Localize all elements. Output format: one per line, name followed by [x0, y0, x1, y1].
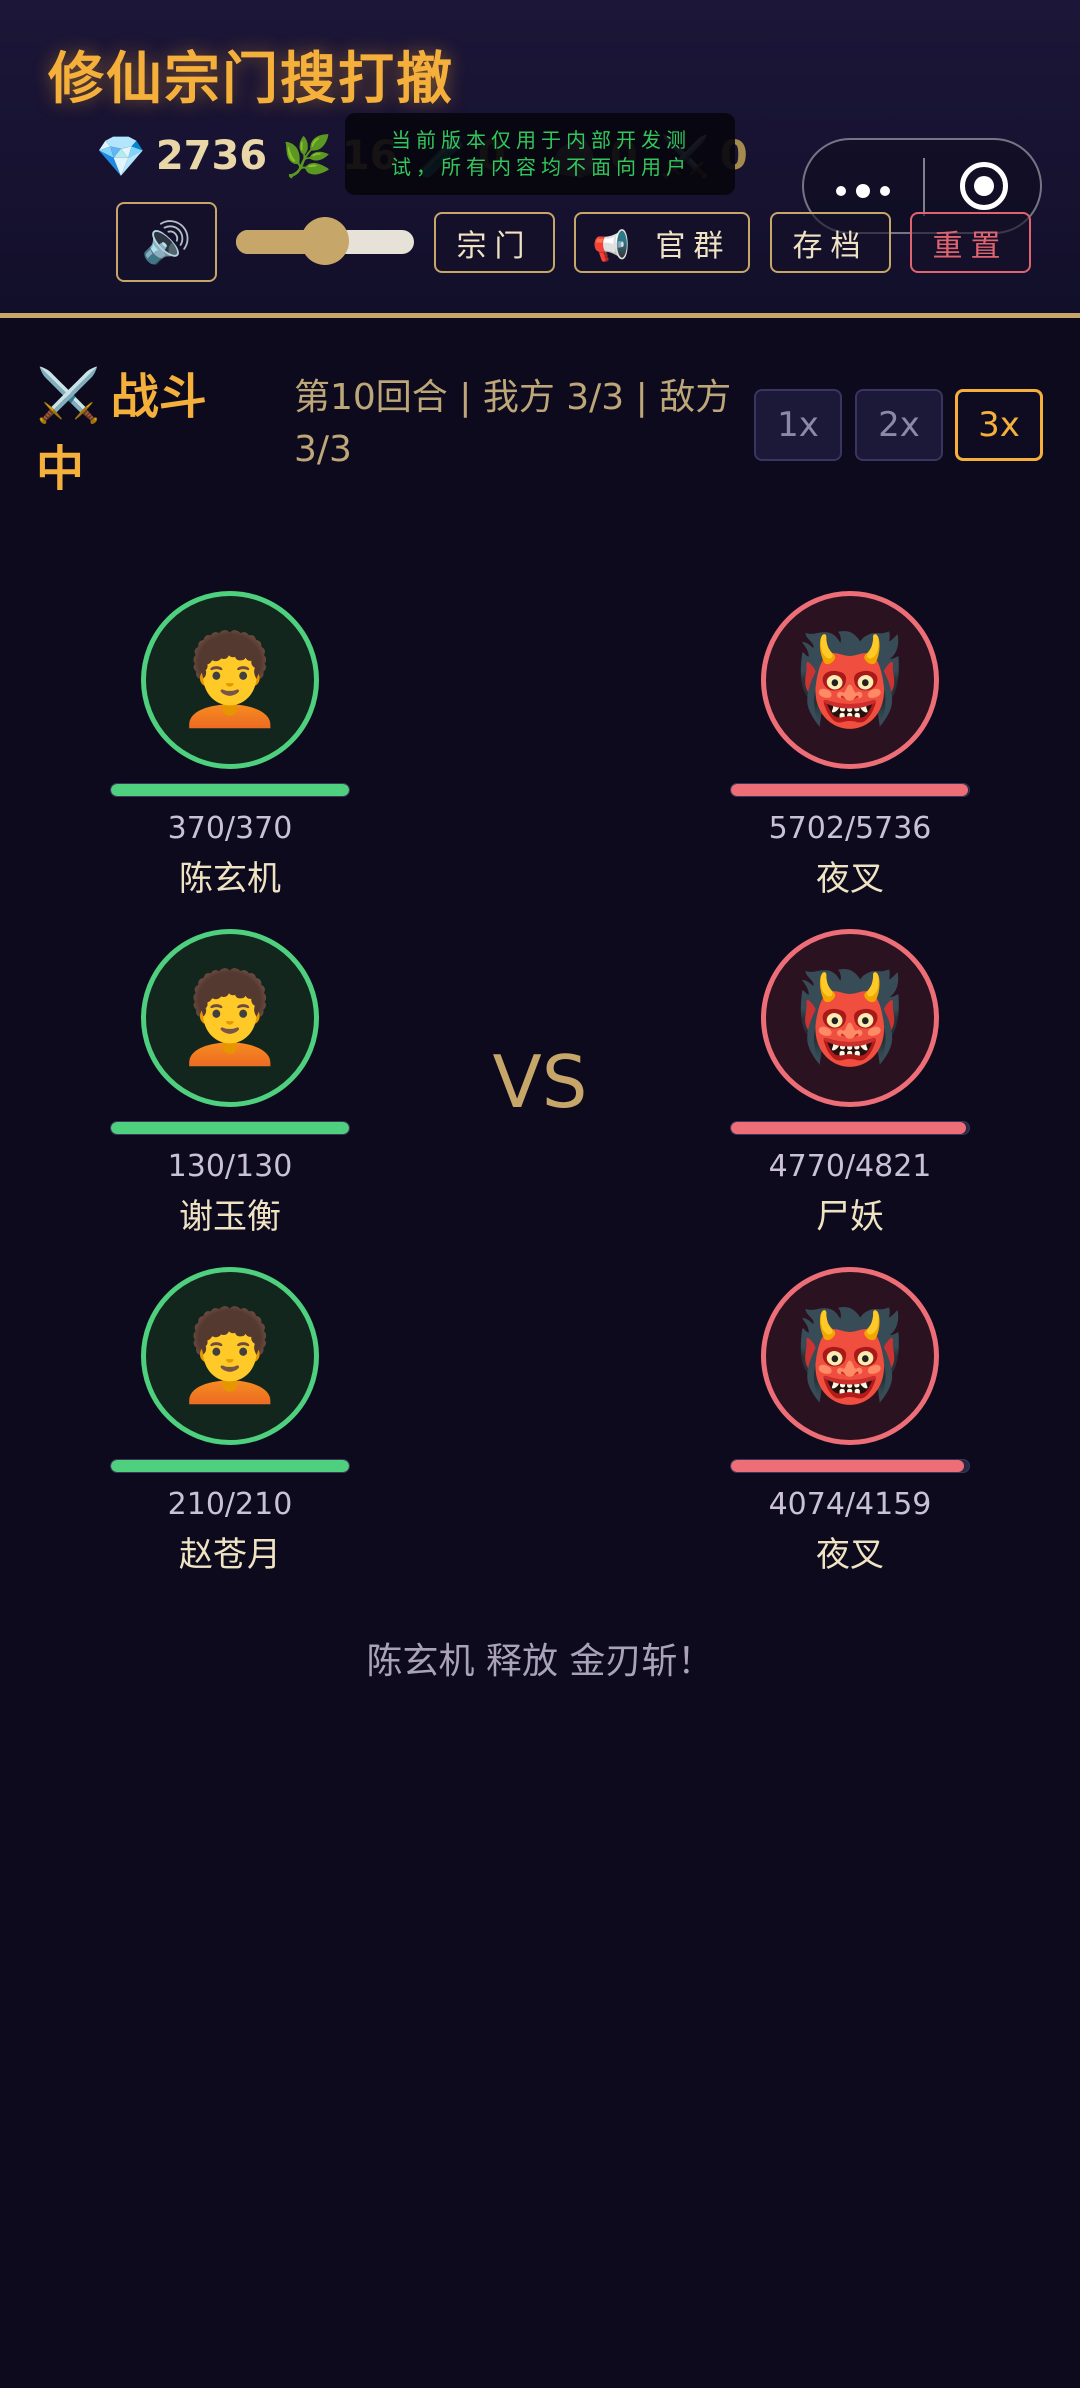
official-group-button[interactable]: 📢 官群	[574, 212, 750, 273]
cultivator-avatar-icon: 🧑‍🦱	[141, 1267, 319, 1445]
fighter-name: 赵苍月	[179, 1535, 281, 1575]
hp-text: 370/370	[167, 811, 293, 846]
gem-count: 2736	[155, 133, 268, 179]
dev-notice-toast: 当前版本仅用于内部开发测试，所有内容均不面向用户	[345, 113, 735, 195]
gem-icon: 💎	[96, 133, 146, 180]
battle-log-message: 陈玄机 释放 金刃斩！	[366, 1641, 714, 1682]
hp-text: 210/210	[167, 1487, 293, 1522]
hp-bar-fill	[731, 1460, 965, 1472]
sect-button[interactable]: 宗门	[434, 212, 555, 273]
save-button[interactable]: 存档	[770, 212, 891, 273]
ogre-avatar-icon: 👹	[761, 591, 939, 769]
enemy-card[interactable]: 👹 4074/4159 夜叉	[730, 1267, 970, 1577]
herb-icon: 🌿	[282, 133, 332, 180]
ogre-avatar-icon: 👹	[761, 1267, 939, 1445]
hp-bar-fill	[111, 1460, 349, 1472]
enemy-card[interactable]: 👹 4770/4821 尸妖	[730, 929, 970, 1239]
vs-label: VS	[492, 1040, 588, 1124]
speed-2x-button[interactable]: 2x	[855, 389, 943, 461]
app-title: 修仙宗门搜打撤	[48, 47, 454, 112]
hp-bar	[730, 783, 970, 797]
hp-bar-fill	[731, 784, 968, 796]
ogre-avatar-icon: 👹	[761, 929, 939, 1107]
hp-bar	[730, 1459, 970, 1473]
speed-1x-button[interactable]: 1x	[754, 389, 842, 461]
more-icon[interactable]	[836, 184, 896, 198]
volume-slider-handle[interactable]	[301, 217, 349, 265]
battle-status-title: ⚔️ 战斗中	[36, 360, 226, 505]
fighter-name: 夜叉	[816, 859, 884, 899]
fighter-name: 夜叉	[816, 1535, 884, 1575]
round-info: 第10回合 | 我方 3/3 | 敌方 3/3	[294, 377, 732, 470]
hp-bar-fill	[111, 1122, 349, 1134]
fighter-name: 谢玉衡	[179, 1197, 281, 1237]
crossed-swords-icon: ⚔️	[36, 366, 101, 426]
sound-toggle-button[interactable]: 🔊	[116, 202, 217, 282]
hp-bar	[110, 783, 350, 797]
volume-slider[interactable]	[236, 217, 414, 265]
enemy-card[interactable]: 👹 5702/5736 夜叉	[730, 591, 970, 901]
hp-bar-fill	[731, 1122, 967, 1134]
close-miniprogram-icon[interactable]	[960, 162, 1008, 210]
resource-gem: 💎 2736	[96, 130, 267, 182]
ally-card[interactable]: 🧑‍🦱 210/210 赵苍月	[110, 1267, 350, 1577]
fighter-name: 尸妖	[816, 1197, 884, 1237]
hp-text: 4770/4821	[768, 1149, 932, 1184]
hp-bar-fill	[111, 784, 349, 796]
fighter-name: 陈玄机	[179, 859, 281, 899]
speed-3x-button[interactable]: 3x	[955, 389, 1043, 461]
cultivator-avatar-icon: 🧑‍🦱	[141, 591, 319, 769]
header-divider	[0, 313, 1080, 318]
hp-bar	[730, 1121, 970, 1135]
ally-card[interactable]: 🧑‍🦱 130/130 谢玉衡	[110, 929, 350, 1239]
hp-text: 130/130	[167, 1149, 293, 1184]
hp-bar	[110, 1459, 350, 1473]
hp-bar	[110, 1121, 350, 1135]
reset-button[interactable]: 重置	[910, 212, 1031, 273]
hp-text: 5702/5736	[768, 811, 932, 846]
hp-text: 4074/4159	[768, 1487, 932, 1522]
capsule-divider	[923, 158, 925, 216]
ally-card[interactable]: 🧑‍🦱 370/370 陈玄机	[110, 591, 350, 901]
cultivator-avatar-icon: 🧑‍🦱	[141, 929, 319, 1107]
